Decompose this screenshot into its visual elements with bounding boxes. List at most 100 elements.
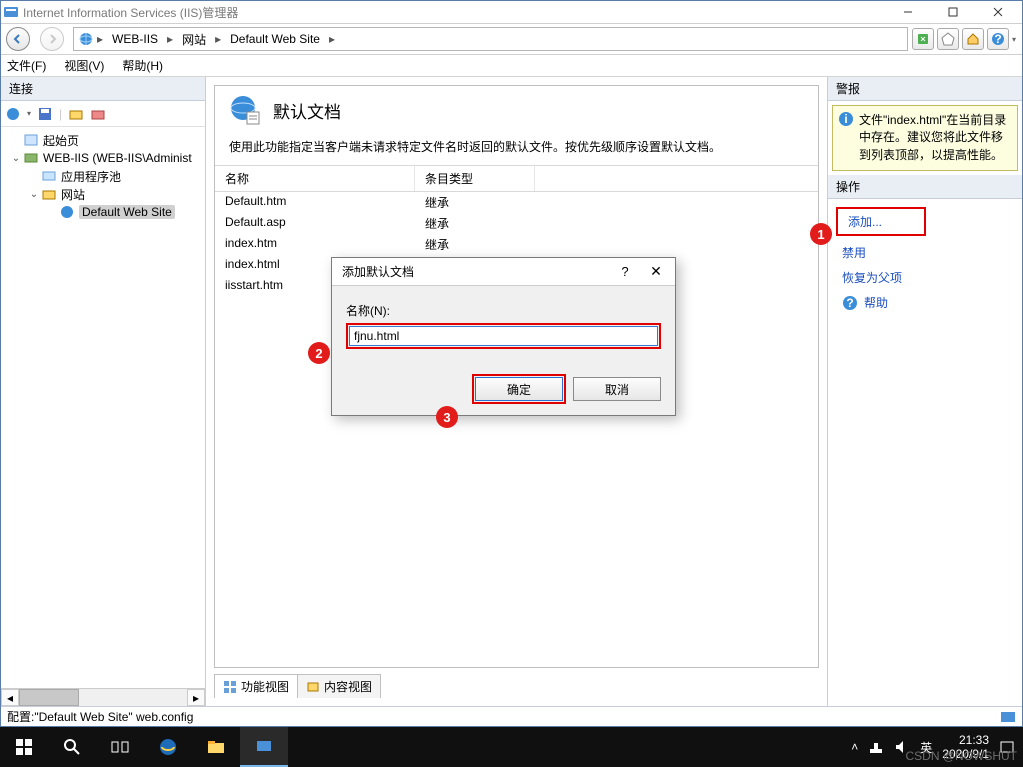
menu-help[interactable]: 帮助(H) (122, 57, 163, 74)
app-pool-icon (41, 168, 57, 184)
breadcrumb-server[interactable]: WEB-IIS (106, 32, 164, 46)
table-row[interactable]: index.htm继承 (215, 234, 818, 255)
view-tabs: 功能视图 内容视图 (214, 674, 819, 698)
close-button[interactable] (975, 2, 1020, 22)
status-text: 配置:"Default Web Site" web.config (7, 708, 193, 725)
stop-button[interactable] (937, 28, 959, 50)
action-add[interactable]: 添加... (836, 207, 926, 236)
navbar: ▸ WEB-IIS ▸ 网站 ▸ Default Web Site ▸ ? ▾ (1, 23, 1022, 55)
body: 连接 ▾ | 起始页 ⌄ WEB-IIS (WEB-IIS\Adminis (1, 77, 1022, 706)
name-input[interactable] (349, 326, 658, 346)
dialog-title: 添加默认文档 (342, 263, 611, 280)
server-icon (23, 150, 39, 166)
config-icon[interactable] (1000, 709, 1016, 725)
alerts-header: 警报 (828, 77, 1022, 101)
globe-icon (59, 204, 75, 220)
tray-up-icon[interactable]: ˄ (851, 740, 858, 754)
menubar: 文件(F) 视图(V) 帮助(H) (1, 55, 1022, 77)
back-button[interactable] (3, 25, 33, 53)
annotation-badge-3: 3 (436, 406, 458, 428)
page-description: 使用此功能指定当客户端未请求特定文件名时返回的默认文件。按优先级顺序设置默认文档… (215, 134, 818, 165)
tree-app-pools[interactable]: 应用程序池 (1, 167, 205, 185)
taskbar-iis-manager[interactable] (240, 727, 288, 767)
settings-icon[interactable] (90, 106, 106, 122)
tab-features-view[interactable]: 功能视图 (214, 674, 298, 698)
tree-default-web-site[interactable]: Default Web Site (1, 203, 205, 221)
chevron-down-icon[interactable]: ⌄ (29, 189, 39, 200)
scroll-thumb[interactable] (19, 689, 79, 706)
start-button[interactable] (0, 727, 48, 767)
column-name[interactable]: 名称 (215, 166, 415, 191)
scroll-left-icon[interactable]: ◂ (1, 689, 19, 706)
app-icon (3, 4, 19, 20)
svg-text:i: i (844, 112, 847, 126)
maximize-button[interactable] (930, 2, 975, 22)
action-disable[interactable]: 禁用 (828, 240, 1022, 265)
home-icon (23, 132, 39, 148)
globe-icon (78, 31, 94, 47)
connections-tree: 起始页 ⌄ WEB-IIS (WEB-IIS\Administ 应用程序池 ⌄ … (1, 127, 205, 688)
watermark: CSDN @NOWSHUT (905, 749, 1017, 763)
action-help[interactable]: ? 帮助 (828, 290, 1022, 315)
window-title: Internet Information Services (IIS)管理器 (23, 4, 885, 21)
dialog-titlebar: 添加默认文档 ? ✕ (332, 258, 675, 286)
column-type[interactable]: 条目类型 (415, 166, 535, 191)
up-icon[interactable] (68, 106, 84, 122)
dropdown-icon[interactable]: ▾ (1012, 28, 1018, 50)
task-view-button[interactable] (96, 727, 144, 767)
tree-server[interactable]: ⌄ WEB-IIS (WEB-IIS\Administ (1, 149, 205, 167)
table-row[interactable]: Default.htm继承 (215, 192, 818, 213)
scroll-right-icon[interactable]: ▸ (187, 689, 205, 706)
action-revert[interactable]: 恢复为父项 (828, 265, 1022, 290)
network-icon[interactable] (868, 739, 884, 755)
connections-panel: 连接 ▾ | 起始页 ⌄ WEB-IIS (WEB-IIS\Adminis (1, 77, 206, 706)
content-icon (306, 680, 320, 694)
home-button[interactable] (962, 28, 984, 50)
tree-sites[interactable]: ⌄ 网站 (1, 185, 205, 203)
minimize-button[interactable] (885, 2, 930, 22)
chevron-down-icon[interactable]: ⌄ (11, 153, 21, 164)
right-panel: 警报 i 文件"index.html"在当前目录中存在。建议您将此文件移到列表顶… (827, 77, 1022, 706)
cancel-button[interactable]: 取消 (573, 377, 661, 401)
table-header: 名称 条目类型 (215, 165, 818, 192)
breadcrumb-default-site[interactable]: Default Web Site (224, 32, 326, 46)
tab-content-view[interactable]: 内容视图 (297, 674, 381, 698)
chevron-right-icon: ▸ (164, 32, 176, 46)
chevron-right-icon: ▸ (94, 32, 106, 46)
taskbar: ˄ 英 21:33 2020/9/1 (0, 727, 1023, 767)
page-title: 默认文档 (273, 98, 341, 123)
table-row[interactable]: Default.asp继承 (215, 213, 818, 234)
taskbar-explorer[interactable] (192, 727, 240, 767)
alert-message: i 文件"index.html"在当前目录中存在。建议您将此文件移到列表顶部，以… (832, 105, 1018, 171)
actions-header: 操作 (828, 175, 1022, 199)
chevron-right-icon: ▸ (326, 32, 338, 46)
connections-header: 连接 (1, 77, 205, 101)
dialog-help-button[interactable]: ? (611, 264, 639, 279)
help-icon: ? (842, 295, 858, 311)
tree-start-page[interactable]: 起始页 (1, 131, 205, 149)
forward-button[interactable] (37, 25, 67, 53)
info-icon: i (838, 111, 854, 127)
breadcrumb-sites[interactable]: 网站 (176, 31, 212, 48)
horizontal-scrollbar[interactable]: ◂ ▸ (1, 688, 205, 706)
statusbar: 配置:"Default Web Site" web.config (1, 706, 1022, 726)
save-icon[interactable] (37, 106, 53, 122)
help-icon[interactable]: ? (987, 28, 1009, 50)
feature-panel: 默认文档 使用此功能指定当客户端未请求特定文件名时返回的默认文件。按优先级顺序设… (206, 77, 827, 706)
annotation-badge-2: 2 (308, 342, 330, 364)
ok-button[interactable]: 确定 (475, 377, 563, 401)
taskbar-ie[interactable] (144, 727, 192, 767)
dropdown-icon[interactable]: ▾ (27, 109, 31, 118)
connections-toolbar: ▾ | (1, 101, 205, 127)
iis-manager-window: Internet Information Services (IIS)管理器 ▸… (0, 0, 1023, 727)
search-button[interactable] (48, 727, 96, 767)
menu-file[interactable]: 文件(F) (7, 57, 46, 74)
menu-view[interactable]: 视图(V) (64, 57, 104, 74)
chevron-right-icon: ▸ (212, 32, 224, 46)
connect-icon[interactable] (5, 106, 21, 122)
svg-text:?: ? (994, 32, 1001, 46)
refresh-all-button[interactable] (912, 28, 934, 50)
svg-text:?: ? (846, 296, 853, 310)
dialog-close-button[interactable]: ✕ (639, 263, 673, 280)
breadcrumb[interactable]: ▸ WEB-IIS ▸ 网站 ▸ Default Web Site ▸ (73, 27, 908, 51)
